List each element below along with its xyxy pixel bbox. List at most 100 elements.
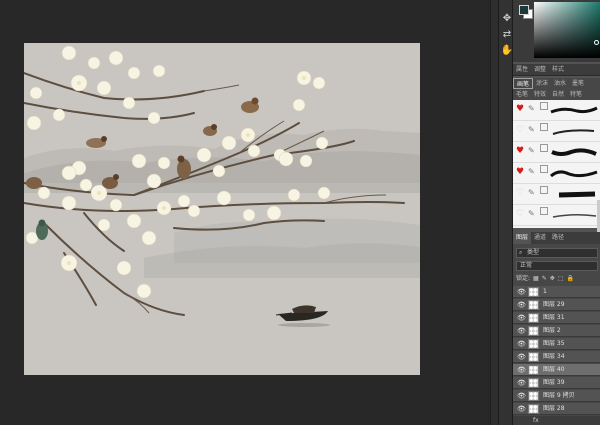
layer-kind-filter[interactable]: ⌕ 类型 [516, 248, 598, 258]
copy-icon[interactable] [540, 123, 548, 131]
kind-filter-value: 类型 [527, 249, 540, 256]
tab-oil-water[interactable]: 油水 [551, 78, 569, 89]
eye-icon[interactable]: 👁 [517, 405, 526, 413]
eye-icon[interactable]: 👁 [517, 288, 526, 296]
eye-icon[interactable]: 👁 [517, 379, 526, 387]
copy-icon[interactable] [540, 186, 548, 194]
tab-special-pen[interactable]: 特笔 [567, 89, 585, 100]
tab-brush[interactable]: 画笔 [513, 78, 534, 89]
copy-icon[interactable] [540, 165, 548, 173]
layer-row[interactable]: 👁 图层 34 [513, 351, 600, 363]
brush-stroke-preview [552, 213, 597, 218]
layer-row[interactable]: 👁 图层 39 [513, 377, 600, 389]
brush-preset-row[interactable]: ♥ ✎ [513, 142, 600, 163]
layer-name[interactable]: 图层 31 [543, 313, 565, 323]
brush-preset-row[interactable]: ♡ ✎ [513, 184, 600, 205]
document-canvas[interactable] [24, 43, 420, 375]
layer-thumbnail [528, 300, 539, 310]
properties-tabs: 属性 调整 样式 [513, 64, 600, 76]
copy-icon[interactable] [540, 207, 548, 215]
brush-preset-list: ♥ ✎ ♡ ✎ ♥ ✎ ♥ ✎ ♡ ✎ ♡ ✎ [513, 100, 600, 328]
eye-icon[interactable]: 👁 [517, 392, 526, 400]
lock-artboard-icon[interactable]: ⬚ [558, 274, 564, 283]
layer-row[interactable]: 👁 图层 31 [513, 312, 600, 324]
tab-natural[interactable]: 自然 [549, 89, 567, 100]
heart-icon[interactable]: ♡ [516, 126, 524, 135]
heart-icon[interactable]: ♥ [516, 168, 524, 177]
foreground-color-swatch[interactable] [519, 5, 529, 15]
heart-icon[interactable]: ♡ [516, 189, 524, 198]
eye-icon[interactable]: 👁 [517, 327, 526, 335]
heart-icon[interactable]: ♡ [516, 210, 524, 219]
pencil-icon[interactable]: ✎ [528, 167, 538, 177]
layer-row[interactable]: 👁 图层 9 拷贝 [513, 390, 600, 402]
tab-effects[interactable]: 特效 [531, 89, 549, 100]
eye-icon[interactable]: 👁 [517, 366, 526, 374]
layer-row[interactable]: 👁 图层 29 [513, 299, 600, 311]
layer-thumbnail [528, 378, 539, 388]
heart-icon[interactable]: ♥ [516, 147, 524, 156]
tab-channels[interactable]: 通道 [531, 232, 549, 244]
pencil-icon[interactable]: ✎ [528, 146, 538, 156]
layer-row[interactable]: 👁 图层 35 [513, 338, 600, 350]
layer-name[interactable]: 图层 34 [543, 352, 565, 362]
tab-calligraphy[interactable]: 毛笔 [513, 89, 531, 100]
color-cursor[interactable] [594, 40, 599, 45]
blend-mode-value: 正常 [520, 262, 533, 269]
layer-name[interactable]: 图层 29 [543, 300, 565, 310]
canvas-workspace[interactable] [0, 0, 490, 425]
layer-name[interactable]: 图层 28 [543, 404, 565, 414]
eye-icon[interactable]: 👁 [517, 314, 526, 322]
layer-name[interactable]: 图层 9 拷贝 [543, 391, 575, 401]
search-icon: ⌕ [519, 249, 523, 256]
layer-row[interactable]: 👁 图层 2 [513, 325, 600, 337]
blend-mode-select[interactable]: 正常 [516, 261, 598, 271]
tab-properties[interactable]: 属性 [513, 64, 531, 75]
lock-move-icon[interactable]: ✥ [550, 274, 555, 283]
brush-preset-row[interactable]: ♡ ✎ [513, 121, 600, 142]
layer-name[interactable]: 1 [543, 287, 547, 297]
lock-all-icon[interactable]: 🔒 [566, 274, 573, 283]
brush-preset-row[interactable]: ♡ ✎ [513, 205, 600, 226]
eye-icon[interactable]: 👁 [517, 340, 526, 348]
copy-icon[interactable] [540, 144, 548, 152]
eye-icon[interactable]: 👁 [517, 353, 526, 361]
lock-transparency-icon[interactable]: ▦ [533, 274, 539, 283]
right-panels: 属性 调整 样式 画笔 涂沫 油水 墨笔 毛笔 特效 自然 特笔 ♥ ✎ ♡ ✎… [512, 0, 600, 425]
fx-button[interactable]: fx [533, 417, 539, 424]
heart-icon[interactable]: ♥ [516, 105, 524, 114]
brush-stroke-preview [552, 129, 595, 135]
color-saturation-field[interactable] [534, 2, 600, 58]
pencil-icon[interactable]: ✎ [528, 188, 538, 198]
layer-thumbnail [528, 313, 539, 323]
tab-paths[interactable]: 路径 [549, 232, 567, 244]
tab-ink-pen[interactable]: 墨笔 [569, 78, 587, 89]
tab-styles[interactable]: 样式 [549, 64, 567, 75]
pencil-icon[interactable]: ✎ [528, 104, 538, 114]
brush-stroke-preview [550, 106, 598, 114]
pencil-icon[interactable]: ✎ [528, 125, 538, 135]
lock-label: 锁定: [516, 275, 531, 282]
lock-brush-icon[interactable]: ✎ [542, 274, 547, 283]
tab-smear[interactable]: 涂沫 [533, 78, 551, 89]
layer-name[interactable]: 图层 40 [543, 365, 565, 375]
layer-thumbnail [528, 391, 539, 401]
tab-layers[interactable]: 图层 [513, 232, 532, 244]
layer-thumbnail [528, 404, 539, 414]
canvas-vertical-scrollbar[interactable] [490, 0, 498, 425]
pencil-icon[interactable]: ✎ [528, 209, 538, 219]
copy-icon[interactable] [540, 102, 548, 110]
layer-row[interactable]: 👁 1 [513, 286, 600, 298]
layer-name[interactable]: 图层 39 [543, 378, 565, 388]
tab-adjustments[interactable]: 调整 [531, 64, 549, 75]
layer-thumbnail [528, 326, 539, 336]
brush-preset-row[interactable]: ♥ ✎ [513, 163, 600, 184]
eye-icon[interactable]: 👁 [517, 301, 526, 309]
layer-row[interactable]: 👁 图层 28 [513, 403, 600, 415]
layer-name[interactable]: 图层 35 [543, 339, 565, 349]
brush-preset-row[interactable]: ♥ ✎ [513, 100, 600, 121]
panel-icon-strip: ✥ ⇄ ✋ [498, 0, 513, 425]
layer-name[interactable]: 图层 2 [543, 326, 561, 336]
layers-panel: 图层 通道 路径 ⌕ 类型 正常 锁定: ▦ ✎ ✥ ⬚ 🔒 👁 1 👁 图层 … [513, 232, 600, 425]
layer-row-selected[interactable]: 👁 图层 40 [513, 364, 600, 376]
